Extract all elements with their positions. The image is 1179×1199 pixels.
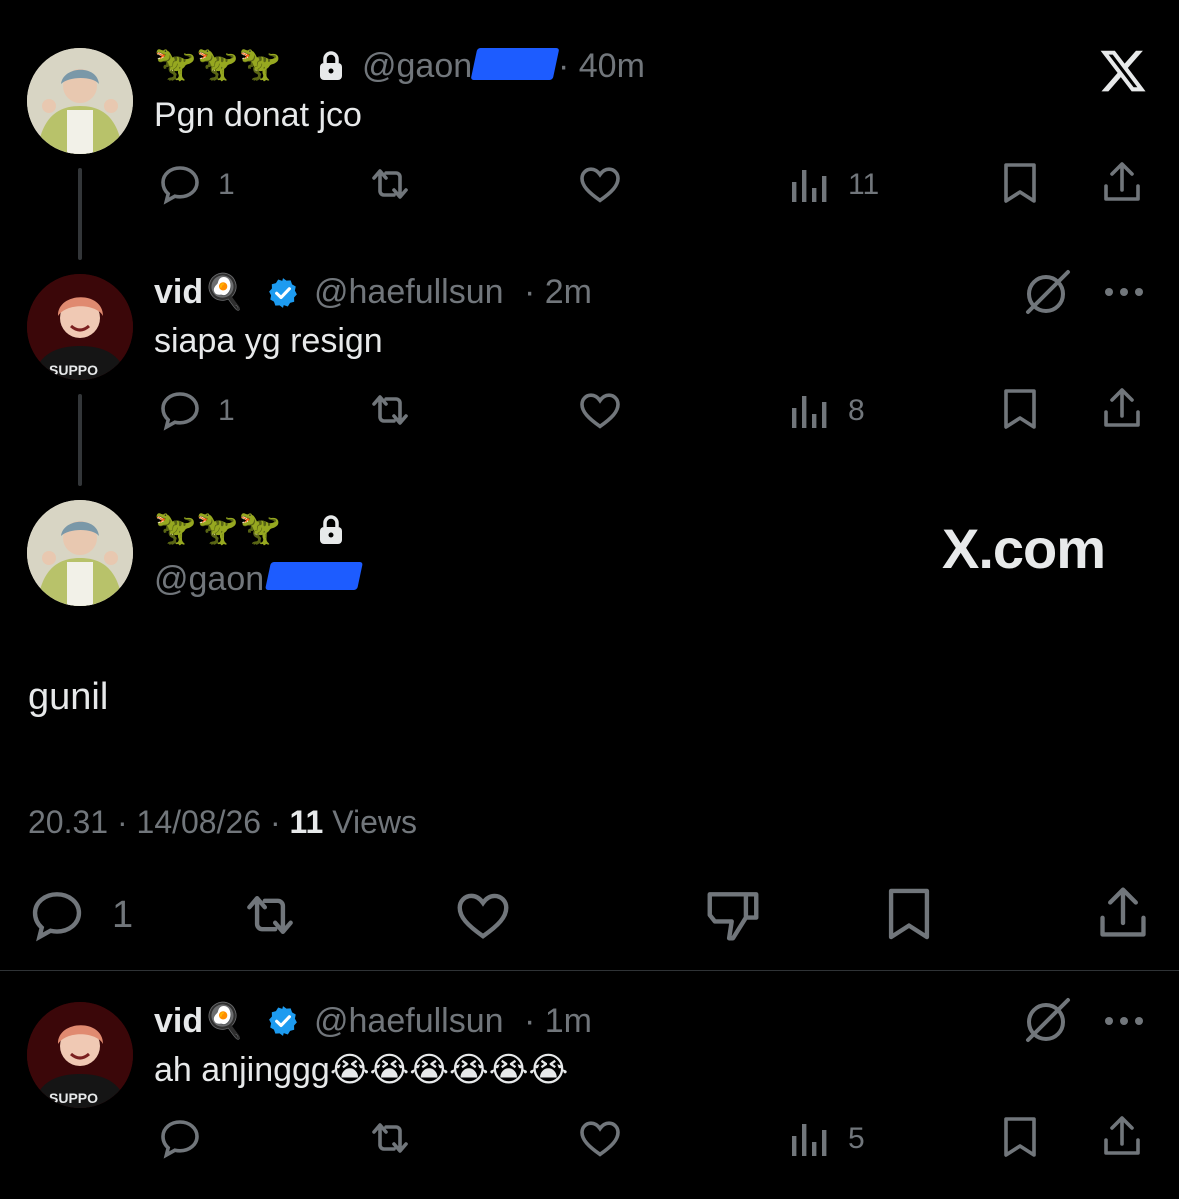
verified-badge-icon: [266, 276, 300, 310]
post-time[interactable]: · 2m: [524, 273, 592, 312]
views-icon[interactable]: [788, 1116, 832, 1160]
handle[interactable]: @haefullsun: [314, 1002, 504, 1041]
post-text: Pgn donat jco: [154, 96, 362, 134]
repost-icon[interactable]: [236, 884, 304, 946]
reply-icon[interactable]: [156, 1114, 204, 1162]
repost-icon[interactable]: [364, 386, 416, 434]
divider: [0, 970, 1179, 971]
reply-count: 1: [112, 894, 134, 936]
grok-icon[interactable]: [1022, 994, 1074, 1046]
bookmark-icon[interactable]: [996, 1112, 1044, 1162]
views-count[interactable]: 11: [290, 804, 324, 840]
like-icon[interactable]: [576, 160, 624, 208]
verified-badge-icon: [266, 1004, 300, 1038]
avatar[interactable]: [27, 48, 133, 154]
post-text: siapa yg resign: [154, 322, 383, 360]
display-name[interactable]: vid🍳: [154, 1001, 245, 1041]
bookmark-icon[interactable]: [996, 158, 1044, 208]
share-icon[interactable]: [1098, 384, 1146, 434]
dislike-icon[interactable]: [702, 884, 764, 946]
avatar[interactable]: SUPPO: [27, 1002, 133, 1108]
share-icon[interactable]: [1098, 1112, 1146, 1162]
redaction-mark: [265, 562, 363, 590]
watermark: X.com: [942, 517, 1106, 580]
avatar[interactable]: SUPPO: [27, 274, 133, 380]
post-time[interactable]: · 40m: [558, 47, 645, 86]
avatar-shirt-text: SUPPO: [49, 362, 99, 378]
thread-line: [78, 168, 82, 260]
share-icon[interactable]: [1098, 158, 1146, 208]
handle[interactable]: @gaon: [362, 47, 472, 86]
post-time[interactable]: · 1m: [524, 1002, 592, 1041]
like-icon[interactable]: [576, 1114, 624, 1162]
like-icon[interactable]: [576, 386, 624, 434]
views-count: 11: [848, 168, 880, 201]
lock-icon: [316, 50, 346, 82]
bookmark-icon[interactable]: [996, 384, 1044, 434]
display-name[interactable]: vid🍳: [154, 272, 245, 312]
avatar[interactable]: [27, 500, 133, 606]
handle[interactable]: @gaon: [154, 560, 264, 599]
reply-count: 1: [218, 394, 235, 427]
bookmark-icon[interactable]: [878, 882, 940, 946]
views-icon[interactable]: [788, 388, 832, 432]
avatar-shirt-text: SUPPO: [49, 1090, 99, 1106]
display-name[interactable]: 🦖🦖🦖: [154, 44, 281, 84]
handle[interactable]: @haefullsun: [314, 273, 504, 312]
repost-icon[interactable]: [364, 160, 416, 208]
reply-icon[interactable]: [156, 386, 204, 434]
views-icon[interactable]: [788, 162, 832, 206]
thread-line: [78, 394, 82, 486]
reply-count: 1: [218, 168, 235, 201]
post-text: ah anjinggg😭😭😭😭😭😭: [154, 1051, 569, 1089]
views-count: 5: [848, 1122, 865, 1155]
more-options-icon[interactable]: [1102, 282, 1146, 302]
repost-icon[interactable]: [364, 1114, 416, 1162]
views-label: Views: [332, 804, 418, 840]
like-icon[interactable]: [452, 884, 514, 946]
more-options-icon[interactable]: [1102, 1011, 1146, 1031]
grok-icon[interactable]: [1022, 266, 1074, 318]
reply-icon[interactable]: [156, 160, 204, 208]
main-post-text: gunil: [28, 676, 109, 718]
lock-icon: [316, 514, 346, 546]
views-count: 8: [848, 394, 865, 427]
post-timestamp[interactable]: 20.31 · 14/08/26 ·: [28, 804, 281, 840]
display-name[interactable]: 🦖🦖🦖: [154, 508, 281, 548]
post-timestamp-row: 20.31 · 14/08/26 · 11 Views: [28, 804, 417, 841]
redaction-mark: [470, 48, 560, 80]
reply-icon[interactable]: [26, 884, 88, 946]
share-icon[interactable]: [1092, 882, 1154, 946]
x-logo-icon: [1098, 46, 1148, 96]
